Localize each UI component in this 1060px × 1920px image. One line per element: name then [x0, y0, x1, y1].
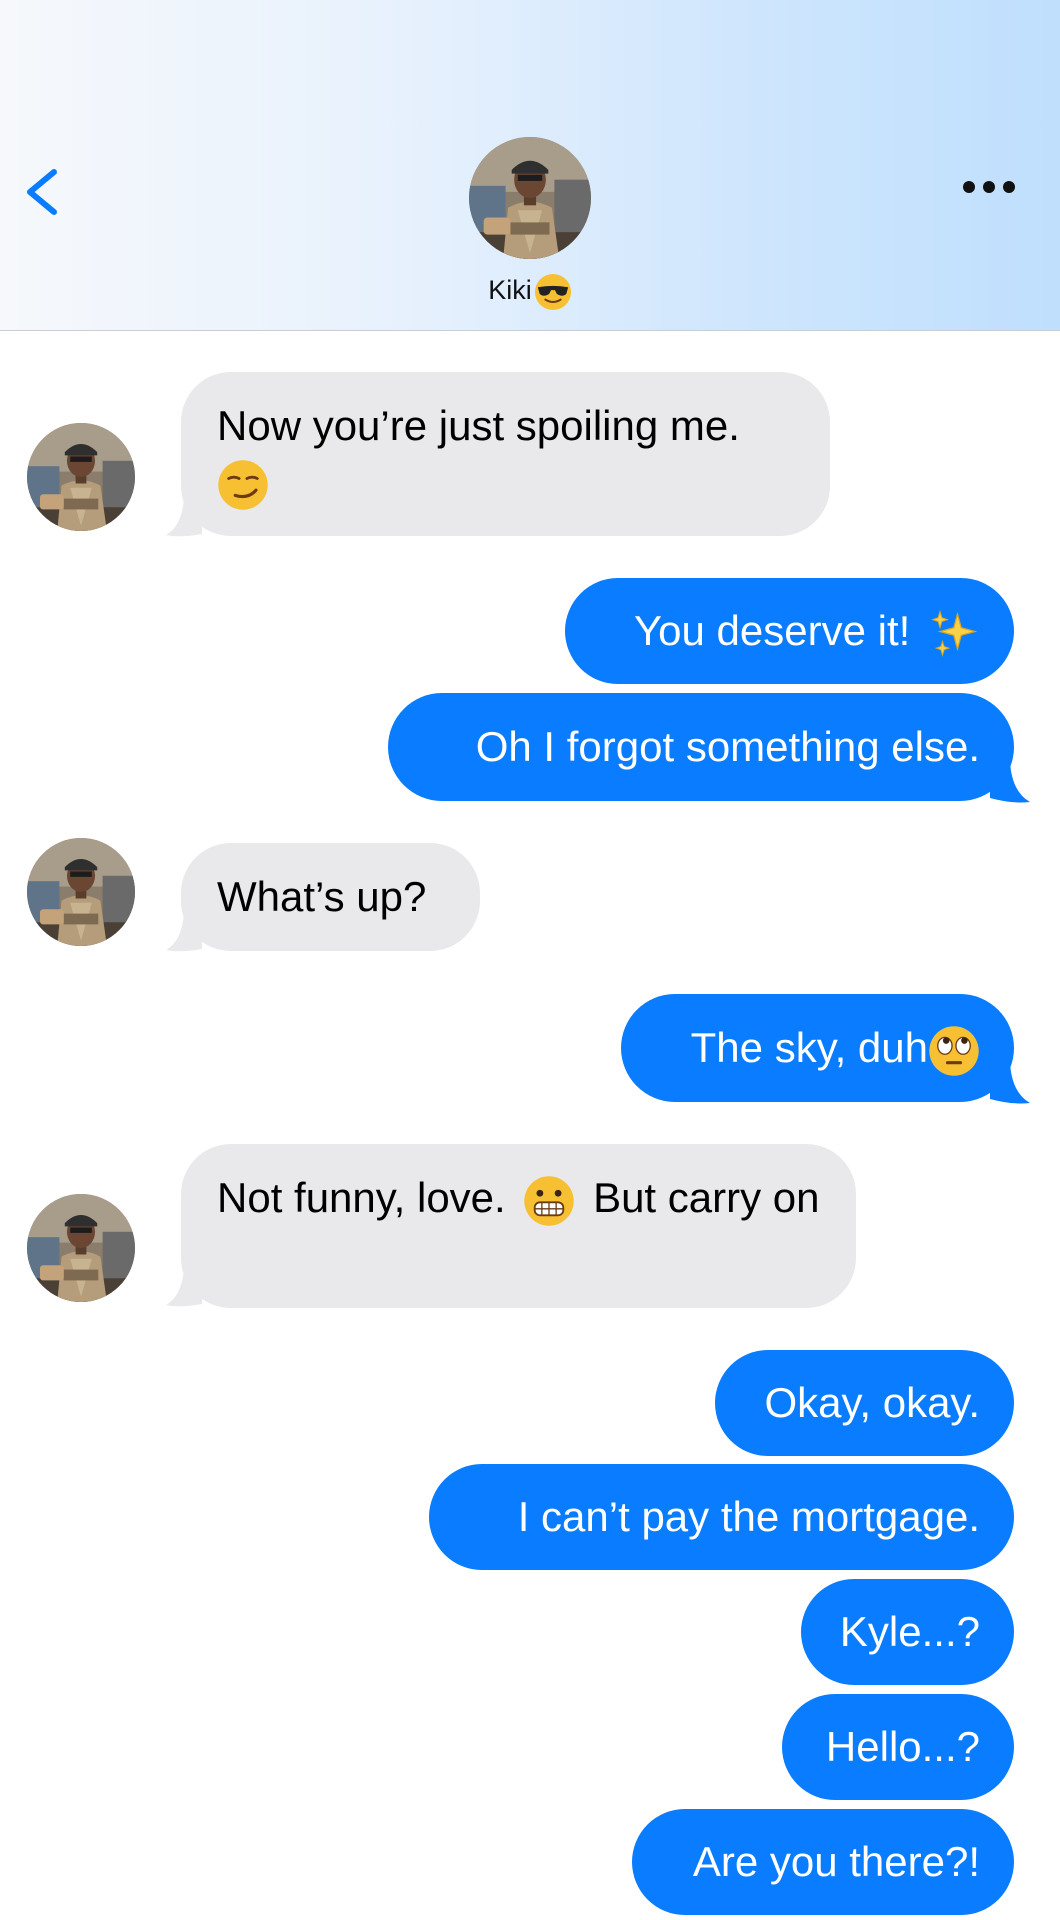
message-bubble-incoming[interactable]: Not funny, love. But carry on	[181, 1144, 856, 1308]
message-text: Not funny, love.	[217, 1174, 506, 1221]
contact-avatar-small[interactable]	[27, 838, 135, 946]
contact-name-button[interactable]: Kiki	[0, 270, 1060, 311]
conversation-header: Kiki	[0, 0, 1060, 331]
more-options-button[interactable]	[954, 170, 1024, 204]
message-text: You deserve it!	[634, 607, 911, 654]
message-bubble-outgoing[interactable]: Okay, okay.	[715, 1350, 1014, 1456]
message-text: Okay, okay.	[764, 1379, 980, 1426]
contact-avatar[interactable]	[469, 137, 591, 259]
message-bubble-outgoing[interactable]: Hello...?	[782, 1694, 1014, 1800]
sparkles-icon	[931, 610, 976, 656]
smirking-face-icon	[217, 458, 269, 511]
sunglasses-face-icon	[533, 272, 572, 311]
message-text: Oh I forgot something else.	[475, 723, 980, 770]
message-text: Kyle...?	[839, 1608, 980, 1655]
message-bubble-outgoing[interactable]: The sky, duh	[621, 994, 1014, 1102]
contact-avatar-small[interactable]	[27, 423, 135, 531]
message-bubble-outgoing[interactable]: You deserve it!	[565, 578, 1014, 684]
message-bubble-outgoing[interactable]: I can’t pay the mortgage.	[429, 1464, 1014, 1570]
message-text: What’s up?	[217, 873, 427, 920]
more-dots-icon	[963, 181, 1015, 193]
message-bubble-outgoing[interactable]: Are you there?!	[632, 1809, 1014, 1915]
message-text: Hello...?	[825, 1723, 980, 1770]
message-text: The sky, duh	[690, 1024, 928, 1071]
contact-name: Kiki	[488, 275, 532, 305]
message-text: I can’t pay the mortgage.	[517, 1493, 980, 1540]
message-bubble-incoming[interactable]: What’s up?	[181, 843, 480, 951]
back-button[interactable]	[18, 160, 68, 220]
message-text: But carry on	[593, 1174, 820, 1221]
message-bubble-outgoing[interactable]: Oh I forgot something else.	[388, 693, 1014, 801]
message-text: Now you’re just spoiling me.	[217, 402, 740, 449]
grimacing-face-icon	[523, 1175, 576, 1227]
chevron-left-icon	[27, 169, 57, 215]
message-bubble-incoming[interactable]: Now you’re just spoiling me.	[181, 372, 830, 536]
message-text: Are you there?!	[692, 1838, 980, 1885]
message-bubble-outgoing[interactable]: Kyle...?	[801, 1579, 1014, 1685]
contact-avatar-small[interactable]	[27, 1194, 135, 1302]
eye-roll-face-icon	[928, 1024, 980, 1077]
